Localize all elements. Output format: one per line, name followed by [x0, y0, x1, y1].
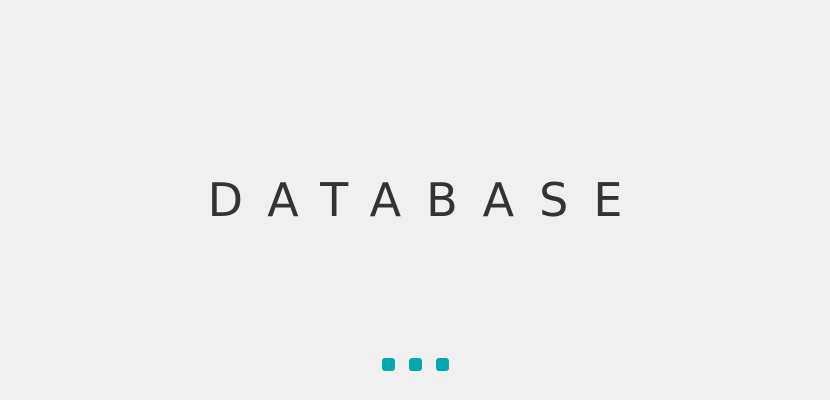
loading-dot [408, 358, 422, 371]
loading-dot [381, 358, 395, 371]
page-title: DATABASE [207, 173, 648, 227]
loading-indicator [0, 358, 830, 372]
loading-dot [435, 358, 449, 371]
